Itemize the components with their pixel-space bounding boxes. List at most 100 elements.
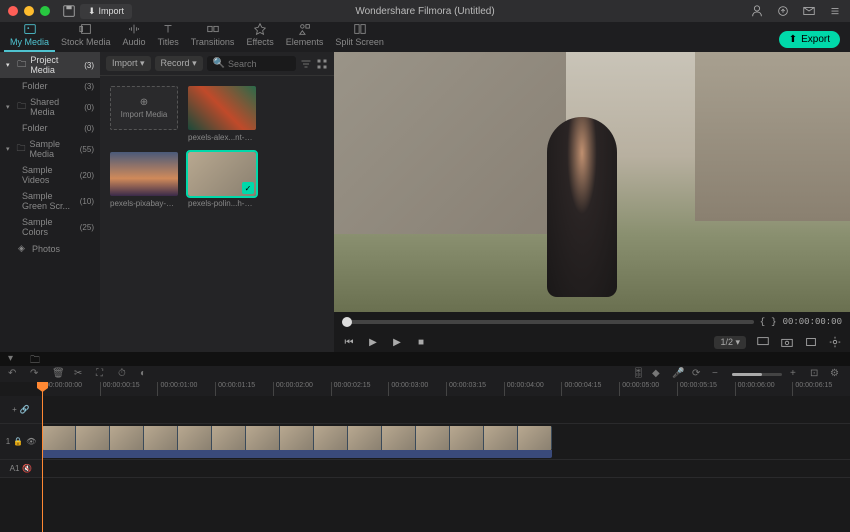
video-clip[interactable]: [42, 426, 552, 450]
next-frame-icon[interactable]: ▶: [390, 335, 404, 349]
filter-icon[interactable]: [300, 58, 312, 70]
cloud-sync-icon[interactable]: [776, 4, 790, 18]
zoom-fit-icon[interactable]: ⊡: [810, 368, 822, 380]
zoom-in-icon[interactable]: +: [790, 368, 802, 380]
tab-effects[interactable]: Effects: [240, 18, 279, 52]
save-icon[interactable]: [62, 4, 76, 18]
media-grid: ⊕Import Media pexels-alex...nt-4585185 p…: [100, 76, 334, 352]
zoom-out-icon[interactable]: −: [712, 368, 724, 380]
sidebar-project-media[interactable]: ▾🗀Project Media(3): [0, 52, 100, 78]
tab-elements[interactable]: Elements: [280, 18, 330, 52]
elements-icon: [298, 22, 312, 36]
playhead[interactable]: [42, 382, 43, 532]
color-icon[interactable]: ◐: [140, 368, 152, 380]
tab-stock-media[interactable]: Stock Media: [55, 18, 117, 52]
scrub-handle[interactable]: [342, 317, 352, 327]
sidebar-photos[interactable]: ◈Photos: [0, 240, 100, 257]
photo-icon: ◈: [18, 243, 28, 254]
eye-icon[interactable]: 👁: [26, 437, 36, 446]
sidebar-folder-1[interactable]: Folder(3): [0, 78, 100, 94]
audio-icon: [127, 22, 141, 36]
media-item[interactable]: pexels-pixabay-462030: [110, 152, 178, 208]
mic-icon[interactable]: 🎤: [672, 368, 684, 380]
stop-icon[interactable]: ■: [414, 335, 428, 349]
sidebar-sample-green[interactable]: Sample Green Scr...(10): [0, 188, 100, 214]
record-dropdown[interactable]: Record ▾: [155, 56, 203, 71]
speed-icon[interactable]: ⏱: [118, 368, 130, 380]
import-button[interactable]: ⬇ Import: [80, 4, 132, 19]
snapshot-icon[interactable]: [780, 335, 794, 349]
tab-audio[interactable]: Audio: [117, 18, 152, 52]
media-icon: [23, 22, 37, 36]
grid-view-icon[interactable]: [316, 58, 328, 70]
tab-titles[interactable]: Titles: [152, 18, 185, 52]
sidebar-sample-colors[interactable]: Sample Colors(25): [0, 214, 100, 240]
import-dropdown[interactable]: Import ▾: [106, 56, 151, 71]
mark-in[interactable]: {: [760, 317, 765, 327]
tab-my-media[interactable]: My Media: [4, 18, 55, 52]
close-window[interactable]: [8, 6, 18, 16]
search-box[interactable]: 🔍: [207, 56, 296, 71]
menu-icon[interactable]: [828, 4, 842, 18]
zoom-slider[interactable]: [732, 373, 782, 376]
play-icon[interactable]: ▶: [366, 335, 380, 349]
track-lane[interactable]: [42, 460, 850, 477]
aspect-icon[interactable]: [804, 335, 818, 349]
tab-transitions[interactable]: Transitions: [185, 18, 241, 52]
media-item-selected[interactable]: ✓ pexels-polin...h-5385879: [188, 152, 256, 208]
ruler-tick: 00:00:06:15: [792, 382, 850, 396]
split-icon[interactable]: ✂: [74, 368, 86, 380]
track-header[interactable]: + 🔗: [0, 396, 42, 423]
mute-icon[interactable]: 🔇: [22, 464, 32, 473]
display-icon[interactable]: [756, 335, 770, 349]
crop-icon[interactable]: ⛶: [96, 368, 108, 380]
clip-audio[interactable]: [42, 450, 552, 458]
time-ruler[interactable]: 00:00:00:00 00:00:00:15 00:00:01:00 00:0…: [42, 382, 850, 396]
track-header[interactable]: A1 🔇: [0, 460, 42, 477]
render-icon[interactable]: ⟳: [692, 368, 704, 380]
timeline-settings-icon[interactable]: ⚙: [830, 368, 842, 380]
tab-bar: My Media Stock Media Audio Titles Transi…: [4, 18, 390, 52]
new-folder-icon[interactable]: 🗀: [30, 353, 42, 365]
redo-icon[interactable]: ↷: [30, 368, 42, 380]
minimize-window[interactable]: [24, 6, 34, 16]
ruler-tick: 00:00:04:00: [504, 382, 562, 396]
preview-viewport[interactable]: [334, 52, 850, 312]
ruler-tick: 00:00:02:00: [273, 382, 331, 396]
sidebar-shared-media[interactable]: ▾🗀Shared Media(0): [0, 94, 100, 120]
tab-split-screen[interactable]: Split Screen: [329, 18, 390, 52]
panel-divider: ▾ 🗀: [0, 352, 850, 366]
playback-controls: ⏮ ▶ ▶ ■ 1/2 ▾: [334, 332, 850, 352]
lock-icon[interactable]: 🔒: [13, 437, 23, 446]
collapse-icon[interactable]: ▾: [8, 353, 20, 365]
prev-frame-icon[interactable]: ⏮: [342, 335, 356, 349]
track-lane[interactable]: [42, 424, 850, 459]
marker-icon[interactable]: ◆: [652, 368, 664, 380]
media-item[interactable]: pexels-alex...nt-4585185: [188, 86, 256, 142]
sidebar-sample-media[interactable]: ▾🗀Sample Media(55): [0, 136, 100, 162]
scrub-track[interactable]: [342, 320, 754, 324]
delete-icon[interactable]: 🗑: [52, 368, 64, 380]
sidebar-sample-videos[interactable]: Sample Videos(20): [0, 162, 100, 188]
settings-icon[interactable]: [828, 335, 842, 349]
maximize-window[interactable]: [40, 6, 50, 16]
media-thumbnail: [110, 152, 178, 196]
search-input[interactable]: [228, 59, 278, 69]
search-icon: 🔍: [213, 58, 225, 69]
chevron-down-icon: ▾: [6, 61, 13, 69]
export-button[interactable]: ⬆ Export: [779, 31, 840, 48]
media-thumbnail: [188, 86, 256, 130]
user-icon[interactable]: [750, 4, 764, 18]
add-track-icon[interactable]: +: [12, 405, 17, 414]
mixer-icon[interactable]: 🎚: [632, 368, 644, 380]
mail-icon[interactable]: [802, 4, 816, 18]
sidebar-folder-2[interactable]: Folder(0): [0, 120, 100, 136]
ruler-tick: 00:00:06:00: [735, 382, 793, 396]
transitions-icon: [206, 22, 220, 36]
undo-icon[interactable]: ↶: [8, 368, 20, 380]
link-icon[interactable]: 🔗: [20, 405, 30, 414]
track-header[interactable]: 1 🔒 👁: [0, 424, 42, 459]
import-media-tile[interactable]: ⊕Import Media: [110, 86, 178, 142]
zoom-select[interactable]: 1/2 ▾: [714, 336, 746, 349]
mark-out[interactable]: }: [771, 317, 776, 327]
